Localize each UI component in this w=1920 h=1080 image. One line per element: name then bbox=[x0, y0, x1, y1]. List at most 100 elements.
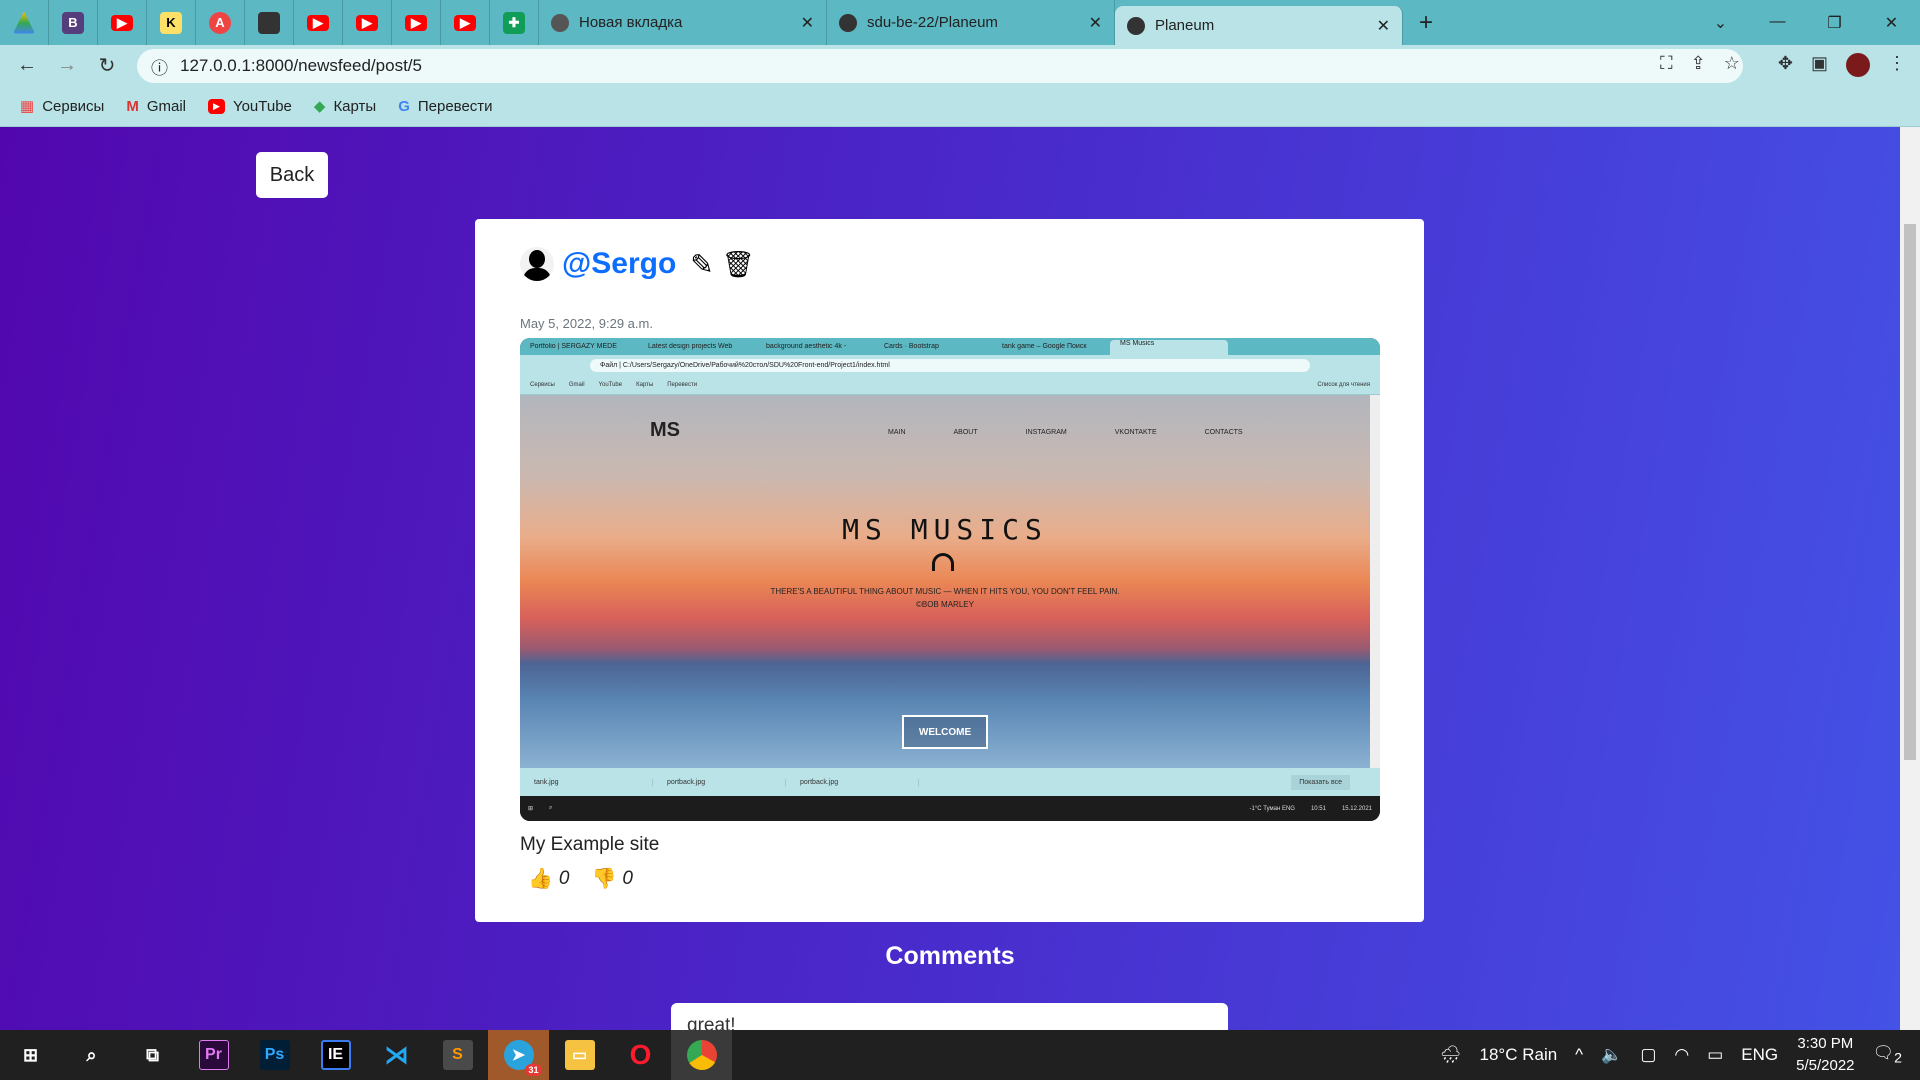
bookmark-maps[interactable]: ◆ Карты bbox=[314, 97, 376, 116]
bookmark-services[interactable]: ▦ Сервисы bbox=[20, 97, 105, 116]
pinned-tab-bootstrap[interactable]: B bbox=[49, 0, 98, 45]
page-scrollbar[interactable] bbox=[1900, 127, 1920, 1030]
close-window-button[interactable]: ✕ bbox=[1863, 13, 1920, 33]
back-button[interactable]: Back bbox=[256, 152, 328, 198]
shot-download: portback.jpg bbox=[786, 778, 919, 786]
bookmark-gmail[interactable]: M Gmail bbox=[126, 98, 186, 115]
pinned-tab-youtube[interactable]: ▶ bbox=[294, 0, 343, 45]
thumbs-up-icon[interactable]: 👍 bbox=[528, 866, 553, 891]
like-count: 0 bbox=[558, 867, 570, 889]
tab-search-icon[interactable]: ⌄ bbox=[1692, 13, 1749, 33]
shot-welcome-button: WELCOME bbox=[902, 715, 988, 749]
windows-taskbar: ⊞ ⌕ ⧉ Pr Ps IE ⋊ S ➤ 31 ▭ O 🌧 18°C Rain ^… bbox=[0, 1030, 1920, 1080]
vscode-icon[interactable]: ⋊ bbox=[366, 1030, 427, 1080]
shot-bookmark: Gmail bbox=[568, 382, 585, 388]
post-image[interactable]: Portfolio | SERGAZY MEDE Latest design p… bbox=[520, 338, 1380, 821]
youtube-icon: ▶ bbox=[454, 14, 476, 31]
back-arrow-icon[interactable]: ← bbox=[7, 54, 47, 77]
weather-text[interactable]: 18°C Rain bbox=[1480, 1045, 1558, 1065]
notification-count: 2 bbox=[1894, 1050, 1902, 1067]
pinned-tab-translate[interactable]: A bbox=[196, 0, 245, 45]
weather-rain-icon[interactable]: 🌧 bbox=[1440, 1045, 1462, 1065]
bookmark-label: Gmail bbox=[146, 97, 187, 115]
tab-github[interactable]: sdu-be-22/Planeum ✕ bbox=[827, 0, 1115, 45]
language-indicator[interactable]: ENG bbox=[1741, 1045, 1778, 1065]
bookmark-translate[interactable]: G Перевести bbox=[398, 98, 492, 115]
post-username[interactable]: @Sergo bbox=[562, 247, 676, 281]
tab-title: sdu-be-22/Planeum bbox=[867, 14, 998, 31]
pinned-tab-youtube[interactable]: ▶ bbox=[98, 0, 147, 45]
thumbs-down-icon[interactable]: 👎 bbox=[591, 866, 616, 891]
pinned-tab-k[interactable]: K bbox=[147, 0, 196, 45]
chrome-taskbar-icon[interactable] bbox=[671, 1030, 732, 1080]
tab-new-tab[interactable]: Новая вкладка ✕ bbox=[539, 0, 827, 45]
profile-avatar[interactable] bbox=[1846, 53, 1870, 77]
post-date: May 5, 2022, 9:29 a.m. bbox=[520, 316, 653, 331]
shot-download: portback.jpg bbox=[653, 778, 786, 786]
shot-show-all: Показать все bbox=[1291, 774, 1350, 790]
info-icon: ⓘ bbox=[151, 58, 168, 78]
youtube-icon: ▶ bbox=[307, 14, 329, 31]
menu-icon[interactable]: ⋮ bbox=[1888, 53, 1906, 77]
new-tab-button[interactable]: + bbox=[1419, 9, 1433, 37]
shot-tray: -1°C Туман ENG bbox=[1249, 805, 1295, 812]
maximize-button[interactable]: ❐ bbox=[1806, 13, 1863, 33]
bookmark-youtube[interactable]: ▶ YouTube bbox=[208, 98, 292, 115]
volume-icon[interactable]: 🔈 bbox=[1601, 1045, 1622, 1065]
clock[interactable]: 3:30 PM 5/5/2022 bbox=[1796, 1033, 1854, 1077]
pinned-tab-youtube[interactable]: ▶ bbox=[343, 0, 392, 45]
reload-icon[interactable]: ↻ bbox=[87, 53, 127, 78]
shot-logo: MS bbox=[650, 419, 680, 441]
shot-title: MS MUSICS bbox=[842, 513, 1048, 546]
bookmark-label: Сервисы bbox=[42, 97, 105, 115]
opera-icon[interactable]: O bbox=[610, 1030, 671, 1080]
shot-menu-item: CONTACTS bbox=[1204, 429, 1243, 436]
edit-icon[interactable]: ✎ bbox=[690, 248, 713, 281]
shot-time: 10:51 bbox=[1310, 805, 1326, 812]
notifications-icon[interactable]: 🗨2 bbox=[1873, 1043, 1902, 1066]
photoshop-icon[interactable]: Ps bbox=[244, 1030, 305, 1080]
extensions-icon[interactable]: ✥ bbox=[1778, 53, 1793, 77]
bookmark-star-icon[interactable]: ☆ bbox=[1724, 53, 1740, 77]
forward-arrow-icon[interactable]: → bbox=[47, 54, 87, 77]
chevron-up-icon[interactable]: ^ bbox=[1575, 1045, 1583, 1065]
side-panel-icon[interactable]: ▣ bbox=[1811, 53, 1828, 77]
comments-heading: Comments bbox=[885, 942, 1015, 970]
youtube-icon: ▶ bbox=[356, 14, 378, 31]
url-input[interactable]: ⓘ 127.0.0.1:8000/newsfeed/post/5 bbox=[137, 49, 1743, 83]
sublime-icon[interactable]: S bbox=[427, 1030, 488, 1080]
scrollbar-thumb[interactable] bbox=[1904, 224, 1916, 760]
translate-page-icon[interactable]: ⛶ bbox=[1660, 53, 1673, 77]
pinned-tab-youtube[interactable]: ▶ bbox=[441, 0, 490, 45]
shot-tab: MS Musics bbox=[1110, 340, 1228, 355]
shot-tab: Portfolio | SERGAZY MEDE bbox=[530, 343, 617, 350]
close-tab-icon[interactable]: ✕ bbox=[1089, 13, 1102, 33]
minimize-button[interactable]: — bbox=[1749, 13, 1806, 33]
telegram-icon[interactable]: ➤ 31 bbox=[488, 1030, 549, 1080]
intellij-icon[interactable]: IE bbox=[305, 1030, 366, 1080]
pinned-tab-globe[interactable] bbox=[245, 0, 294, 45]
k-icon: K bbox=[160, 11, 182, 34]
clock-date: 5/5/2022 bbox=[1796, 1057, 1855, 1074]
task-view-icon[interactable]: ⧉ bbox=[122, 1030, 183, 1080]
pinned-tab-drive[interactable] bbox=[0, 0, 49, 45]
address-bar-row: ← → ↻ ⓘ 127.0.0.1:8000/newsfeed/post/5 ⛶ ⇪… bbox=[0, 45, 1920, 86]
shot-search-icon: ⌕ bbox=[549, 805, 553, 811]
youtube-icon: ▶ bbox=[111, 14, 133, 31]
close-tab-icon[interactable]: ✕ bbox=[801, 13, 814, 33]
wifi-icon[interactable]: ◠ bbox=[1674, 1045, 1689, 1065]
pinned-tab-sheets[interactable]: ✚ bbox=[490, 0, 539, 45]
file-explorer-icon[interactable]: ▭ bbox=[549, 1030, 610, 1080]
tab-planeum[interactable]: Planeum ✕ bbox=[1115, 6, 1403, 45]
close-tab-icon[interactable]: ✕ bbox=[1377, 16, 1390, 36]
battery-icon[interactable]: ▭ bbox=[1707, 1045, 1723, 1065]
search-icon[interactable]: ⌕ bbox=[61, 1030, 122, 1080]
trash-icon[interactable]: 🗑 bbox=[722, 249, 755, 280]
pinned-tab-youtube[interactable]: ▶ bbox=[392, 0, 441, 45]
start-button[interactable]: ⊞ bbox=[0, 1030, 61, 1080]
headphones-icon bbox=[932, 553, 954, 571]
premiere-icon[interactable]: Pr bbox=[183, 1030, 244, 1080]
shot-date: 15.12.2021 bbox=[1341, 805, 1372, 812]
camera-icon[interactable]: ▢ bbox=[1640, 1045, 1656, 1065]
share-icon[interactable]: ⇪ bbox=[1691, 53, 1706, 77]
